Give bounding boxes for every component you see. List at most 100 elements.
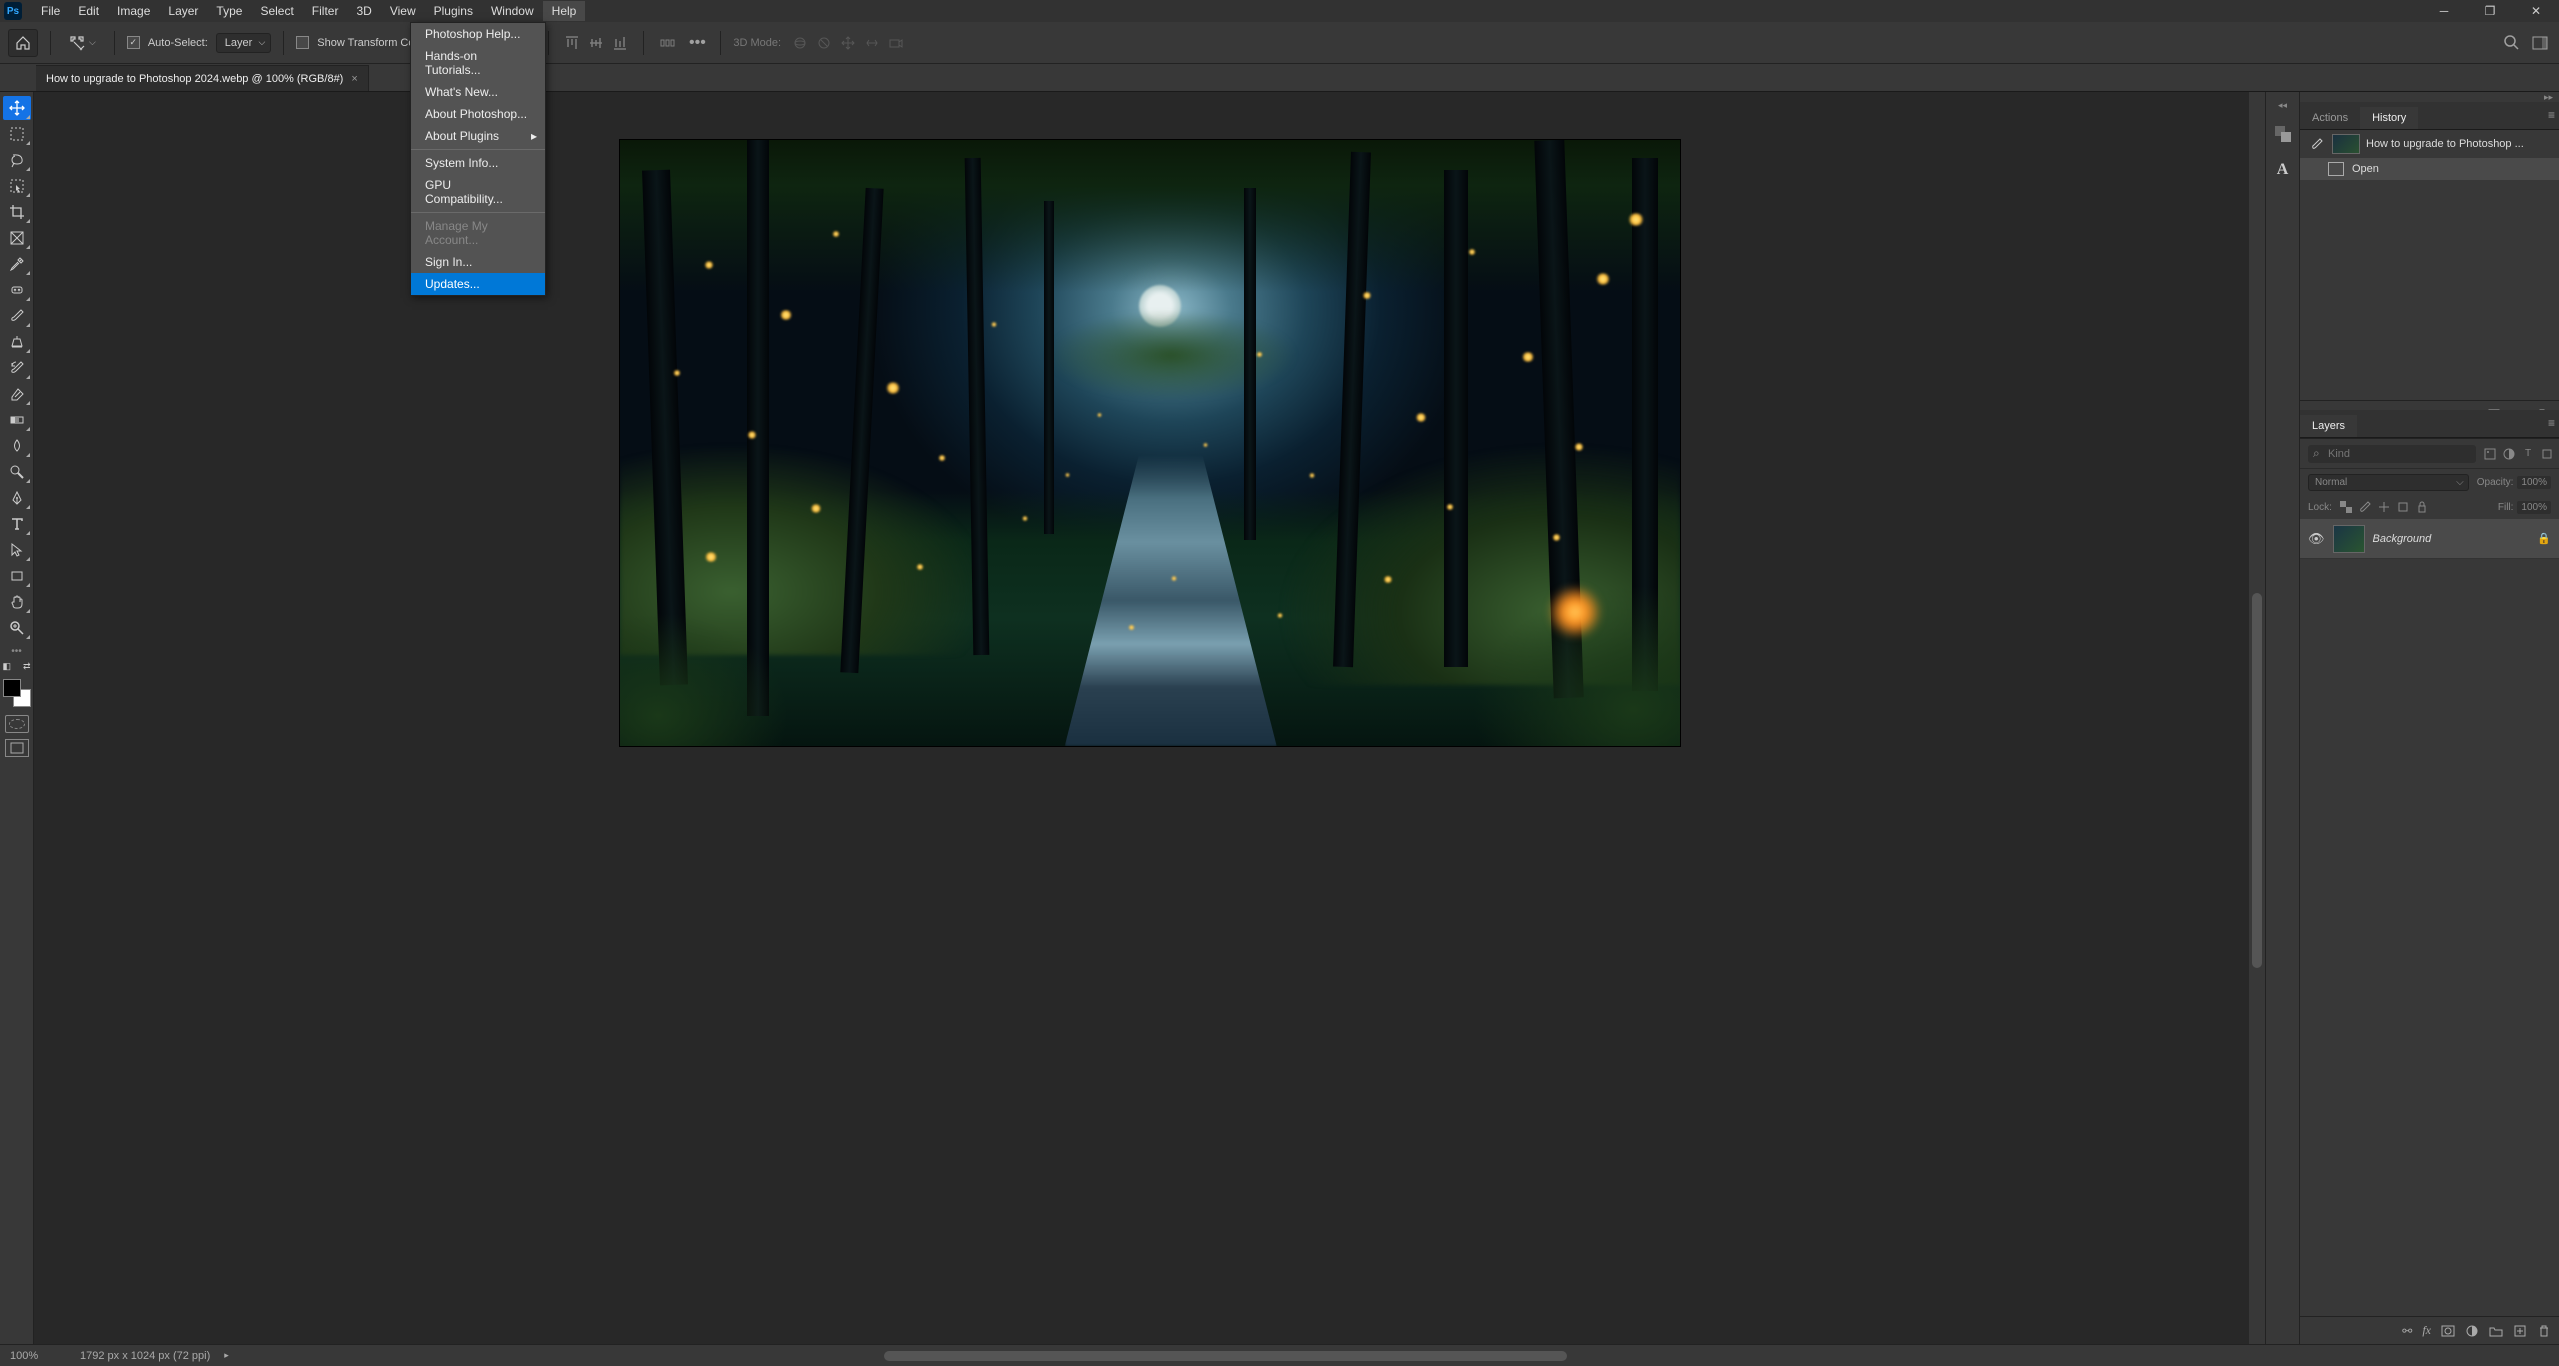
align-bottom-icon[interactable] xyxy=(609,32,631,54)
history-snapshot[interactable]: How to upgrade to Photoshop ... xyxy=(2300,130,2559,158)
color-swatches[interactable] xyxy=(3,679,31,707)
menu-layer[interactable]: Layer xyxy=(159,1,207,21)
adjustment-layer-icon[interactable] xyxy=(2465,1324,2479,1338)
panel-menu-icon[interactable]: ≡ xyxy=(2548,108,2555,122)
hand-tool[interactable] xyxy=(3,590,31,614)
fill-value[interactable]: 100% xyxy=(2517,501,2551,514)
show-transform-checkbox[interactable] xyxy=(296,36,309,49)
group-layers-icon[interactable] xyxy=(2489,1325,2503,1337)
document-canvas[interactable] xyxy=(620,140,1680,746)
doc-info-arrow-icon[interactable]: ▸ xyxy=(224,1350,229,1361)
layer-style-icon[interactable]: fx xyxy=(2422,1323,2431,1338)
move-tool[interactable] xyxy=(3,96,31,120)
menu-about-photoshop[interactable]: About Photoshop... xyxy=(411,103,545,125)
clone-stamp-tool[interactable] xyxy=(3,330,31,354)
spot-heal-tool[interactable] xyxy=(3,278,31,302)
swap-colors-icon[interactable]: ⇄ xyxy=(23,661,31,672)
menu-about-plugins[interactable]: About Plugins xyxy=(411,125,545,147)
menu-view[interactable]: View xyxy=(381,1,425,21)
lock-position-icon[interactable] xyxy=(2376,500,2392,514)
gradient-tool[interactable] xyxy=(3,408,31,432)
lock-all-icon[interactable] xyxy=(2414,500,2430,514)
type-tool[interactable] xyxy=(3,512,31,536)
vertical-scrollbar[interactable] xyxy=(2249,92,2265,1344)
lasso-tool[interactable] xyxy=(3,148,31,172)
brush-tool[interactable] xyxy=(3,304,31,328)
opacity-value[interactable]: 100% xyxy=(2517,476,2551,489)
search-icon[interactable] xyxy=(2501,32,2523,54)
menu-help[interactable]: Help xyxy=(543,1,586,21)
menu-sign-in[interactable]: Sign In... xyxy=(411,251,545,273)
edit-toolbar-icon[interactable]: ••• xyxy=(11,646,22,657)
pen-tool[interactable] xyxy=(3,486,31,510)
history-brush-tool[interactable] xyxy=(3,356,31,380)
history-tab[interactable]: History xyxy=(2360,107,2418,129)
maximize-button[interactable]: ❐ xyxy=(2467,0,2513,22)
auto-select-target[interactable]: Layer xyxy=(216,33,272,53)
menu-plugins[interactable]: Plugins xyxy=(425,1,482,21)
menu-whats-new[interactable]: What's New... xyxy=(411,81,545,103)
lock-transparency-icon[interactable] xyxy=(2338,500,2354,514)
zoom-tool[interactable] xyxy=(3,616,31,640)
default-colors-icon[interactable]: ◧ xyxy=(3,661,12,672)
menu-updates[interactable]: Updates... xyxy=(411,273,545,295)
document-tab[interactable]: How to upgrade to Photoshop 2024.webp @ … xyxy=(36,65,369,91)
color-panel-icon[interactable] xyxy=(2271,122,2295,146)
menu-select[interactable]: Select xyxy=(251,1,302,21)
layer-lock-icon[interactable]: 🔒 xyxy=(2537,532,2551,545)
filter-shape-icon[interactable] xyxy=(2539,446,2555,462)
menu-filter[interactable]: Filter xyxy=(303,1,348,21)
blur-tool[interactable] xyxy=(3,434,31,458)
horizontal-scrollbar[interactable] xyxy=(543,1351,2249,1361)
history-brush-source-icon[interactable] xyxy=(2308,135,2326,153)
blend-mode-select[interactable]: Normal xyxy=(2308,474,2469,491)
menu-edit[interactable]: Edit xyxy=(69,1,108,21)
panel-menu-icon[interactable]: ≡ xyxy=(2548,416,2555,430)
path-selection-tool[interactable] xyxy=(3,538,31,562)
workspace-icon[interactable] xyxy=(2529,32,2551,54)
menu-system-info[interactable]: System Info... xyxy=(411,152,545,174)
layer-row[interactable]: 👁 Background 🔒 xyxy=(2300,519,2559,559)
menu-gpu-compatibility[interactable]: GPU Compatibility... xyxy=(411,174,545,210)
auto-select-checkbox[interactable] xyxy=(127,36,140,49)
delete-layer-icon[interactable] xyxy=(2537,1324,2551,1338)
menu-file[interactable]: File xyxy=(32,1,69,21)
document-info[interactable]: 1792 px x 1024 px (72 ppi) xyxy=(80,1350,210,1362)
menu-window[interactable]: Window xyxy=(482,1,543,21)
rectangle-tool[interactable] xyxy=(3,564,31,588)
filter-type-icon[interactable]: T xyxy=(2520,446,2536,462)
actions-tab[interactable]: Actions xyxy=(2300,107,2360,129)
eyedropper-tool[interactable] xyxy=(3,252,31,276)
screen-mode-icon[interactable] xyxy=(5,739,29,757)
menu-type[interactable]: Type xyxy=(207,1,251,21)
layer-visibility-icon[interactable]: 👁 xyxy=(2308,531,2325,547)
new-layer-icon[interactable] xyxy=(2513,1324,2527,1338)
frame-tool[interactable] xyxy=(3,226,31,250)
tool-preset[interactable]: ⌵ xyxy=(63,35,102,51)
home-button[interactable] xyxy=(8,29,38,57)
link-layers-icon[interactable]: ⚯ xyxy=(2402,1324,2412,1338)
distribute-spacing-icon[interactable] xyxy=(656,32,678,54)
minimize-button[interactable]: ─ xyxy=(2421,0,2467,22)
align-middle-icon[interactable] xyxy=(585,32,607,54)
object-selection-tool[interactable] xyxy=(3,174,31,198)
expand-panels-icon[interactable]: ◂◂ xyxy=(2266,100,2299,110)
dodge-tool[interactable] xyxy=(3,460,31,484)
menu-image[interactable]: Image xyxy=(108,1,159,21)
close-button[interactable]: ✕ xyxy=(2513,0,2559,22)
menu-3d[interactable]: 3D xyxy=(347,1,380,21)
lock-artboard-icon[interactable] xyxy=(2395,500,2411,514)
close-tab-icon[interactable]: × xyxy=(351,73,357,85)
menu-photoshop-help[interactable]: Photoshop Help... xyxy=(411,23,545,45)
crop-tool[interactable] xyxy=(3,200,31,224)
layer-mask-icon[interactable] xyxy=(2441,1325,2455,1337)
history-state[interactable]: Open xyxy=(2300,158,2559,180)
eraser-tool[interactable] xyxy=(3,382,31,406)
layer-filter-input[interactable] xyxy=(2308,445,2476,463)
zoom-level[interactable]: 100% xyxy=(10,1350,66,1362)
layers-tab[interactable]: Layers xyxy=(2300,415,2357,437)
filter-adjustment-icon[interactable] xyxy=(2501,446,2517,462)
align-top-icon[interactable] xyxy=(561,32,583,54)
more-align-icon[interactable]: ••• xyxy=(686,32,708,54)
filter-pixel-icon[interactable] xyxy=(2482,446,2498,462)
